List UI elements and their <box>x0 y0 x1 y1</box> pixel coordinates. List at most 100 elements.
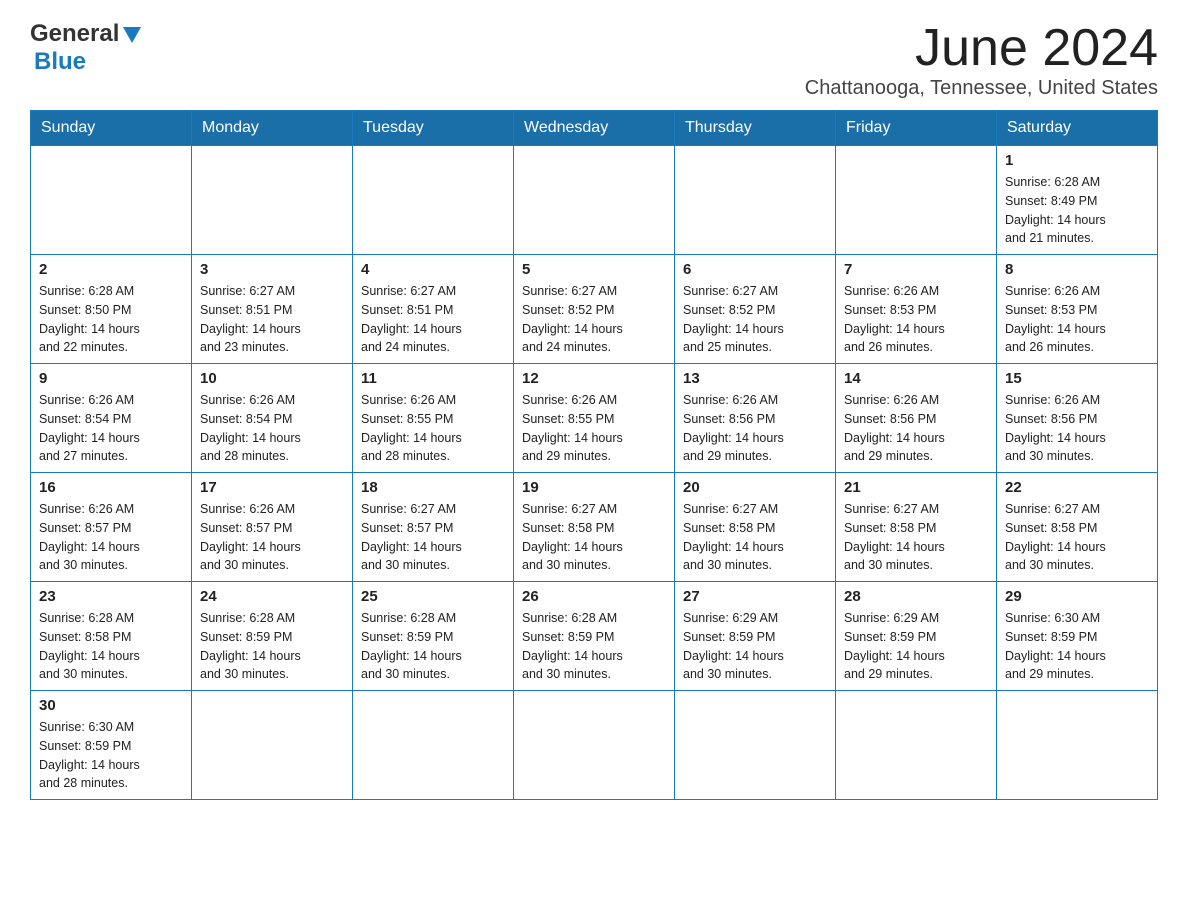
day-info: Sunrise: 6:30 AMSunset: 8:59 PMDaylight:… <box>39 718 183 793</box>
day-number: 13 <box>683 370 827 387</box>
day-info: Sunrise: 6:28 AMSunset: 8:59 PMDaylight:… <box>200 609 344 684</box>
table-row: 3 Sunrise: 6:27 AMSunset: 8:51 PMDaylight… <box>192 255 353 364</box>
table-row <box>675 691 836 800</box>
table-row: 23Sunrise: 6:28 AMSunset: 8:58 PMDayligh… <box>31 582 192 691</box>
table-row: 8 Sunrise: 6:26 AMSunset: 8:53 PMDaylight… <box>997 255 1158 364</box>
table-row: 20Sunrise: 6:27 AMSunset: 8:58 PMDayligh… <box>675 473 836 582</box>
table-row: 29Sunrise: 6:30 AMSunset: 8:59 PMDayligh… <box>997 582 1158 691</box>
day-number: 29 <box>1005 588 1149 605</box>
day-number: 12 <box>522 370 666 387</box>
day-number: 16 <box>39 479 183 496</box>
table-row: 21Sunrise: 6:27 AMSunset: 8:58 PMDayligh… <box>836 473 997 582</box>
logo-triangle-icon <box>121 23 143 45</box>
table-row: 9 Sunrise: 6:26 AMSunset: 8:54 PMDaylight… <box>31 364 192 473</box>
table-row: 5Sunrise: 6:27 AMSunset: 8:52 PMDaylight… <box>514 255 675 364</box>
day-info: Sunrise: 6:28 AMSunset: 8:59 PMDaylight:… <box>522 609 666 684</box>
table-row: 2 Sunrise: 6:28 AMSunset: 8:50 PMDaylight… <box>31 255 192 364</box>
col-wednesday: Wednesday <box>514 111 675 146</box>
col-friday: Friday <box>836 111 997 146</box>
day-number: 23 <box>39 588 183 605</box>
table-row: 6Sunrise: 6:27 AMSunset: 8:52 PMDaylight… <box>675 255 836 364</box>
table-row: 13 Sunrise: 6:26 AMSunset: 8:56 PMDayligh… <box>675 364 836 473</box>
day-info: Sunrise: 6:29 AMSunset: 8:59 PMDaylight:… <box>844 609 988 684</box>
logo-blue-text: Blue <box>34 48 86 76</box>
day-number: 21 <box>844 479 988 496</box>
day-number: 7 <box>844 261 988 278</box>
day-info: Sunrise: 6:27 AMSunset: 8:51 PMDaylight:… <box>361 282 505 357</box>
day-info: Sunrise: 6:28 AMSunset: 8:50 PMDaylight:… <box>39 282 183 357</box>
logo: General Blue <box>30 20 143 76</box>
table-row: 30 Sunrise: 6:30 AMSunset: 8:59 PMDayligh… <box>31 691 192 800</box>
page-header: General Blue June 2024 Chattanooga, Tenn… <box>30 20 1158 100</box>
day-number: 27 <box>683 588 827 605</box>
table-row <box>514 691 675 800</box>
day-info: Sunrise: 6:26 AMSunset: 8:56 PMDaylight:… <box>844 391 988 466</box>
day-info: Sunrise: 6:26 AMSunset: 8:57 PMDaylight:… <box>200 500 344 575</box>
table-row <box>192 146 353 255</box>
col-monday: Monday <box>192 111 353 146</box>
calendar-week-row: 30 Sunrise: 6:30 AMSunset: 8:59 PMDayligh… <box>31 691 1158 800</box>
table-row: 15 Sunrise: 6:26 AMSunset: 8:56 PMDayligh… <box>997 364 1158 473</box>
day-number: 5 <box>522 261 666 278</box>
calendar-week-row: 1 Sunrise: 6:28 AMSunset: 8:49 PMDaylight… <box>31 146 1158 255</box>
day-number: 11 <box>361 370 505 387</box>
day-number: 15 <box>1005 370 1149 387</box>
day-number: 8 <box>1005 261 1149 278</box>
day-number: 18 <box>361 479 505 496</box>
calendar-week-row: 16 Sunrise: 6:26 AMSunset: 8:57 PMDayligh… <box>31 473 1158 582</box>
day-number: 3 <box>200 261 344 278</box>
day-info: Sunrise: 6:26 AMSunset: 8:55 PMDaylight:… <box>361 391 505 466</box>
table-row: 22 Sunrise: 6:27 AMSunset: 8:58 PMDayligh… <box>997 473 1158 582</box>
table-row <box>192 691 353 800</box>
day-number: 1 <box>1005 152 1149 169</box>
day-info: Sunrise: 6:26 AMSunset: 8:56 PMDaylight:… <box>683 391 827 466</box>
day-info: Sunrise: 6:27 AMSunset: 8:58 PMDaylight:… <box>1005 500 1149 575</box>
day-info: Sunrise: 6:26 AMSunset: 8:54 PMDaylight:… <box>39 391 183 466</box>
table-row <box>353 691 514 800</box>
day-info: Sunrise: 6:26 AMSunset: 8:53 PMDaylight:… <box>844 282 988 357</box>
table-row: 10 Sunrise: 6:26 AMSunset: 8:54 PMDayligh… <box>192 364 353 473</box>
table-row: 17 Sunrise: 6:26 AMSunset: 8:57 PMDayligh… <box>192 473 353 582</box>
table-row: 1 Sunrise: 6:28 AMSunset: 8:49 PMDaylight… <box>997 146 1158 255</box>
day-info: Sunrise: 6:27 AMSunset: 8:51 PMDaylight:… <box>200 282 344 357</box>
day-info: Sunrise: 6:26 AMSunset: 8:57 PMDaylight:… <box>39 500 183 575</box>
table-row <box>836 691 997 800</box>
day-info: Sunrise: 6:28 AMSunset: 8:49 PMDaylight:… <box>1005 173 1149 248</box>
day-number: 30 <box>39 697 183 714</box>
table-row: 28 Sunrise: 6:29 AMSunset: 8:59 PMDayligh… <box>836 582 997 691</box>
day-number: 28 <box>844 588 988 605</box>
table-row <box>836 146 997 255</box>
table-row: 18 Sunrise: 6:27 AMSunset: 8:57 PMDayligh… <box>353 473 514 582</box>
day-number: 9 <box>39 370 183 387</box>
day-info: Sunrise: 6:27 AMSunset: 8:52 PMDaylight:… <box>683 282 827 357</box>
table-row: 24 Sunrise: 6:28 AMSunset: 8:59 PMDayligh… <box>192 582 353 691</box>
day-number: 22 <box>1005 479 1149 496</box>
day-info: Sunrise: 6:26 AMSunset: 8:53 PMDaylight:… <box>1005 282 1149 357</box>
col-sunday: Sunday <box>31 111 192 146</box>
page-subtitle: Chattanooga, Tennessee, United States <box>805 77 1158 100</box>
col-tuesday: Tuesday <box>353 111 514 146</box>
table-row <box>353 146 514 255</box>
day-info: Sunrise: 6:27 AMSunset: 8:57 PMDaylight:… <box>361 500 505 575</box>
day-number: 10 <box>200 370 344 387</box>
day-number: 24 <box>200 588 344 605</box>
table-row <box>514 146 675 255</box>
table-row: 14Sunrise: 6:26 AMSunset: 8:56 PMDayligh… <box>836 364 997 473</box>
day-info: Sunrise: 6:27 AMSunset: 8:58 PMDaylight:… <box>683 500 827 575</box>
table-row: 12Sunrise: 6:26 AMSunset: 8:55 PMDayligh… <box>514 364 675 473</box>
day-number: 17 <box>200 479 344 496</box>
table-row <box>31 146 192 255</box>
day-number: 4 <box>361 261 505 278</box>
table-row: 4 Sunrise: 6:27 AMSunset: 8:51 PMDaylight… <box>353 255 514 364</box>
day-number: 26 <box>522 588 666 605</box>
table-row: 11 Sunrise: 6:26 AMSunset: 8:55 PMDayligh… <box>353 364 514 473</box>
day-info: Sunrise: 6:27 AMSunset: 8:58 PMDaylight:… <box>522 500 666 575</box>
day-info: Sunrise: 6:26 AMSunset: 8:56 PMDaylight:… <box>1005 391 1149 466</box>
day-info: Sunrise: 6:26 AMSunset: 8:54 PMDaylight:… <box>200 391 344 466</box>
table-row <box>675 146 836 255</box>
calendar-week-row: 9 Sunrise: 6:26 AMSunset: 8:54 PMDaylight… <box>31 364 1158 473</box>
table-row: 25Sunrise: 6:28 AMSunset: 8:59 PMDayligh… <box>353 582 514 691</box>
day-number: 25 <box>361 588 505 605</box>
day-number: 2 <box>39 261 183 278</box>
page-title: June 2024 <box>805 20 1158 77</box>
